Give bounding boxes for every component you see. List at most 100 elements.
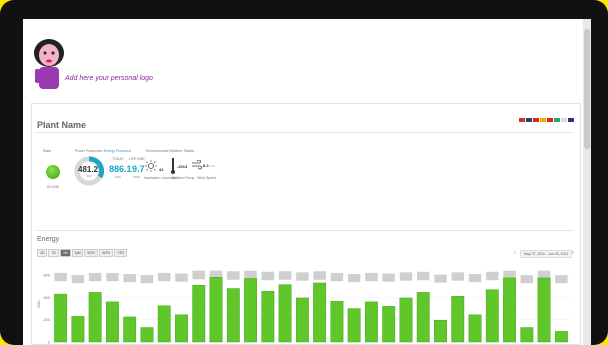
range-button[interactable]: 7D [48, 249, 59, 257]
forecast-bar [434, 274, 447, 283]
weather-label: Environmental Weather Station [146, 149, 195, 153]
y-tick-label: 400 [43, 295, 50, 300]
energy-bar [537, 277, 551, 343]
range-button-active[interactable]: 1M [59, 249, 71, 257]
today-value: 886.1 [109, 164, 132, 174]
scrollbar-thumb[interactable] [584, 29, 590, 149]
status-sub: IN LINE [47, 185, 60, 189]
flag-icon[interactable] [540, 118, 546, 122]
range-selector: 1D 7D 1M QM MTD WTD YTD [37, 249, 128, 257]
forecast-bar [330, 272, 344, 282]
energy-produced-label: Energy Produced [104, 149, 132, 153]
plant-panel: Plant Name State IN LINE Power Productio… [31, 103, 581, 345]
energy-bar [54, 293, 68, 343]
forecast-bar [468, 274, 482, 283]
range-button[interactable]: 1D [37, 249, 48, 257]
status-label: State [43, 149, 52, 153]
status-indicator-icon [46, 165, 60, 179]
forecast-bar [417, 271, 430, 281]
flag-icon[interactable] [554, 118, 560, 122]
language-flags [519, 118, 574, 122]
energy-bar [330, 301, 344, 343]
flag-icon[interactable] [561, 118, 567, 122]
gauge-unit: kW [87, 174, 92, 178]
temperature-value: -2013 [177, 164, 188, 169]
energy-bar [347, 308, 361, 343]
forecast-bar [278, 271, 292, 280]
lifetime-unit: MWh [133, 175, 140, 179]
energy-bar [554, 331, 568, 343]
wind-label: Wind Speed [197, 176, 217, 180]
energy-bar [399, 297, 413, 343]
forecast-bar [382, 273, 395, 282]
range-button[interactable]: YTD [114, 249, 128, 257]
divider [36, 132, 574, 133]
forecast-bar [227, 271, 240, 280]
date-range[interactable]: May 27, 2011 - Jun 26, 2011 [520, 250, 573, 258]
range-button[interactable]: MTD [84, 249, 99, 257]
vertical-scrollbar[interactable] [583, 19, 591, 345]
logo-caption: Add here your personal logo [65, 75, 153, 82]
energy-bar [71, 316, 85, 343]
flag-icon[interactable] [568, 118, 574, 122]
energy-bar [123, 316, 137, 343]
energy-bar [226, 288, 240, 343]
divider [36, 230, 574, 231]
energy-bar [175, 314, 188, 343]
forecast-bar [244, 270, 257, 280]
range-button[interactable]: WTD [99, 249, 114, 257]
forecast-bar [106, 272, 119, 282]
forecast-bar [88, 272, 102, 282]
energy-bar [192, 284, 206, 343]
lifetime-value: 9.7 [132, 164, 145, 174]
energy-bar [503, 277, 516, 343]
energy-bar [106, 301, 119, 343]
today-label: TODAY [112, 157, 124, 161]
range-button[interactable]: QM [71, 249, 84, 257]
energy-bar [295, 297, 309, 343]
plant-title: Plant Name [37, 120, 87, 130]
energy-bar [88, 292, 102, 343]
energy-bar [485, 289, 499, 343]
forecast-bar [313, 271, 326, 280]
forecast-bar [123, 274, 136, 283]
energy-bar [416, 292, 430, 343]
browser-viewport: Add here your personal logo Plant Name S… [23, 19, 591, 345]
forecast-bar [555, 275, 568, 284]
energy-bar [244, 278, 257, 343]
lifetime-label: LIFETIME [129, 157, 145, 161]
page-header: Add here your personal logo [23, 19, 583, 99]
forecast-bar [261, 271, 275, 281]
production-label: Power Production [75, 149, 103, 153]
y-axis-label: kWh [37, 300, 41, 307]
chevron-left-icon[interactable]: ‹ [514, 250, 516, 256]
forecast-bar [158, 272, 171, 282]
forecast-bar [399, 272, 413, 281]
forecast-bar [365, 272, 378, 282]
today-unit: kWh [115, 175, 121, 179]
flag-icon[interactable] [526, 118, 532, 122]
forecast-bar [54, 272, 67, 282]
energy-bar [157, 305, 171, 343]
energy-section-title: Energy [37, 236, 60, 243]
forecast-bar [175, 273, 188, 282]
energy-bar [520, 327, 534, 343]
wind-unit: m/s [210, 164, 215, 168]
energy-bar [434, 320, 447, 343]
flag-icon[interactable] [547, 118, 553, 122]
energy-bar [313, 282, 327, 343]
energy-bar-chart: 0 200 400 600 kWh [37, 270, 570, 344]
y-tick-label: 200 [43, 317, 50, 322]
forecast-bar [486, 271, 499, 281]
temperature-label: Ambient Temp. [172, 176, 196, 180]
forecast-bar [347, 274, 361, 283]
forecast-bar [451, 272, 464, 281]
flag-icon[interactable] [519, 118, 525, 122]
y-tick-label: 600 [43, 273, 50, 278]
chevron-right-icon[interactable]: › [572, 250, 574, 256]
energy-bar [140, 327, 154, 343]
energy-bar [261, 291, 275, 343]
wind-icon [192, 160, 202, 170]
flag-icon[interactable] [533, 118, 539, 122]
irradiance-value: 42 [159, 167, 164, 172]
